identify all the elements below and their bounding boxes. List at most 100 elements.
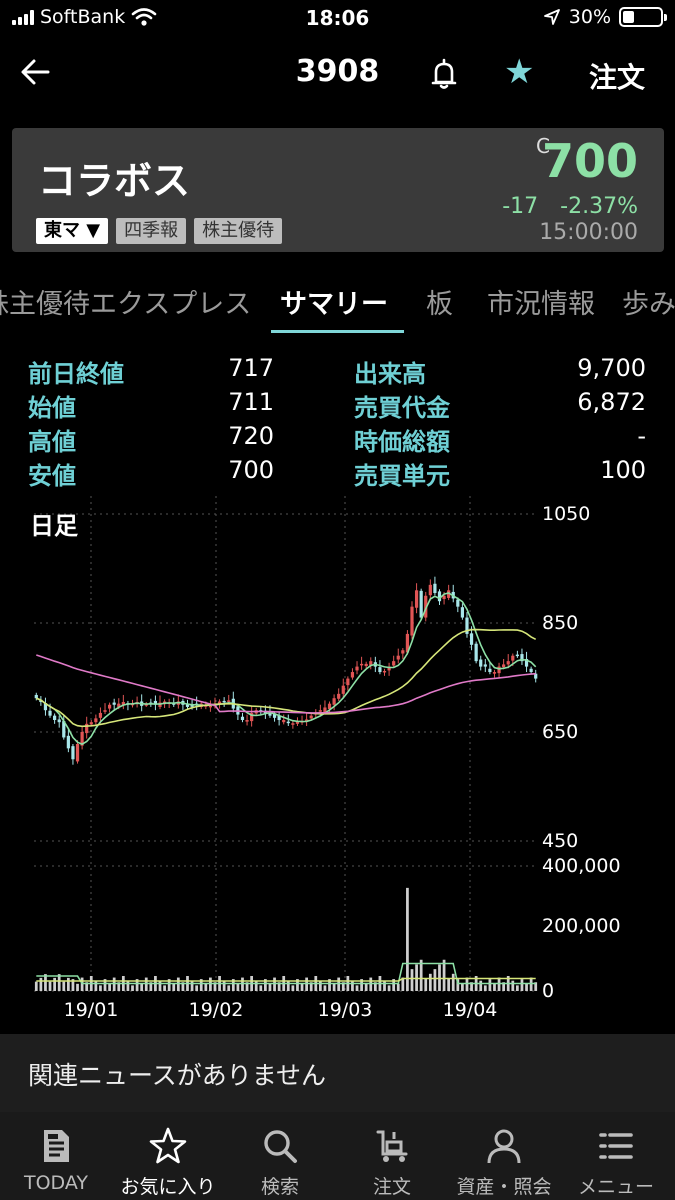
candle-body [506, 661, 510, 665]
bottom-tab-bar: TODAY お気に入り 検索 注文 資産・照会 メニュー [0, 1112, 675, 1200]
battery-level [623, 11, 634, 23]
tab-express[interactable]: エクスプレス [90, 282, 251, 321]
volume-bar [163, 985, 166, 991]
search-icon [264, 1130, 297, 1163]
ma-long-line [36, 654, 536, 714]
bell-icon[interactable] [426, 56, 462, 92]
volume-bar [520, 979, 524, 991]
volume-bar [525, 983, 528, 991]
tabbar-search[interactable]: 検索 [224, 1112, 336, 1200]
candle-body [460, 607, 465, 618]
volume-bar [451, 973, 455, 991]
candle-body [437, 591, 442, 602]
volume-bar [516, 985, 519, 991]
candle-body [98, 712, 103, 718]
volume-bar [39, 977, 43, 991]
tabbar-order[interactable]: 注文 [336, 1112, 448, 1200]
volume-bar [355, 985, 359, 991]
menu-icon [599, 1133, 633, 1159]
benefits-tag[interactable]: 株主優待 [194, 218, 283, 244]
candle-body [502, 664, 506, 668]
tab-market-info[interactable]: 市況情報 [487, 282, 595, 321]
summary-row: 始値 711 売買代金 6,872 [0, 388, 675, 422]
tabbar-assets[interactable]: 資産・照会 [448, 1112, 560, 1200]
candle-body [359, 663, 364, 666]
candle-body [71, 746, 75, 760]
tabbar-search-label: 検索 [260, 1176, 299, 1198]
star-outline-icon [149, 1127, 187, 1164]
volume-bar [318, 980, 322, 991]
price-change: -17 -2.37% [502, 194, 638, 219]
change-percent: -2.37% [560, 194, 638, 219]
candle-body [34, 694, 38, 699]
volume-bar [140, 983, 144, 991]
status-right: 30% [543, 6, 667, 28]
volume-bar [511, 980, 515, 991]
news-empty-text: 関連ニュースがありません [28, 1061, 327, 1090]
candle-body [245, 720, 249, 722]
market-select[interactable]: 東マ ▼ [36, 218, 109, 244]
open-value: 711 [228, 388, 274, 416]
candle-body [341, 685, 345, 694]
volume-bar [323, 985, 327, 991]
volume-bar [488, 979, 492, 991]
candle-body [337, 693, 341, 699]
tabbar-favorites[interactable]: お気に入り [112, 1112, 224, 1200]
tabbar-menu[interactable]: メニュー [560, 1112, 672, 1200]
candle-body [355, 666, 359, 671]
chart-title: 日足 [30, 512, 78, 540]
volume-bar [351, 980, 354, 991]
tab-benefits[interactable]: 株主優待 [0, 282, 90, 321]
active-tab-indicator [271, 330, 404, 333]
candle-body [410, 606, 414, 636]
volume-bar [236, 983, 240, 991]
volume-bar [76, 983, 79, 991]
volume-bar [483, 985, 487, 991]
candle-body [488, 668, 492, 673]
turnover-value: 6,872 [577, 388, 646, 416]
candle-body [469, 633, 474, 645]
candle-body [291, 723, 295, 725]
tabbar-favorites-label: お気に入り [120, 1176, 216, 1198]
candle-body [511, 655, 515, 661]
volume-axis-label: 200,000 [542, 915, 621, 937]
quarterly-tag[interactable]: 四季報 [116, 218, 187, 244]
candle-body [378, 667, 382, 673]
price-chart[interactable]: 1050 850 650 450 400,000 200,000 0 19/01 19/02 19… [0, 496, 675, 1031]
volume-axis-label: 400,000 [542, 855, 621, 877]
candle-body [474, 643, 478, 662]
location-icon [543, 9, 560, 25]
price-time: 15:00:00 [539, 220, 638, 245]
star-icon[interactable]: ★ [504, 52, 534, 92]
candle-body [107, 704, 112, 709]
tab-bar: 株主優待 エクスプレス サマリー 板 市況情報 歩み値 [0, 264, 675, 334]
order-button[interactable]: 注文 [589, 56, 645, 96]
chart-svg: 1050 850 650 450 400,000 200,000 0 19/01 19/02 19… [34, 496, 621, 1021]
candle-body [318, 710, 322, 712]
date-axis-label: 19/02 [189, 999, 244, 1021]
candle-body [85, 723, 89, 734]
tab-tick[interactable]: 歩み値 [622, 282, 675, 321]
tabbar-today[interactable]: TODAY [0, 1112, 112, 1200]
tab-board[interactable]: 板 [426, 282, 453, 321]
volume-bar [158, 980, 162, 991]
tab-summary[interactable]: サマリー [280, 282, 388, 321]
candle-body [414, 590, 419, 608]
volume-bar [447, 978, 451, 991]
candle-body [492, 672, 497, 674]
candle-body [282, 720, 286, 723]
candle-body [396, 655, 400, 660]
high-value: 720 [228, 422, 274, 450]
open-label: 始値 [28, 394, 76, 422]
caret-down-icon: ▼ [86, 220, 101, 241]
volume-axis-label: 0 [542, 980, 554, 1002]
turnover-label: 売買代金 [354, 394, 450, 422]
summary-row: 高値 720 時価総額 - [0, 422, 675, 456]
volume-bar [227, 985, 231, 991]
prev-close-label: 前日終値 [28, 360, 124, 388]
volume-bar [94, 980, 98, 991]
candle-body [66, 735, 70, 749]
candle-body [332, 698, 336, 705]
cart-icon [376, 1130, 408, 1162]
volume-bar [493, 983, 496, 991]
